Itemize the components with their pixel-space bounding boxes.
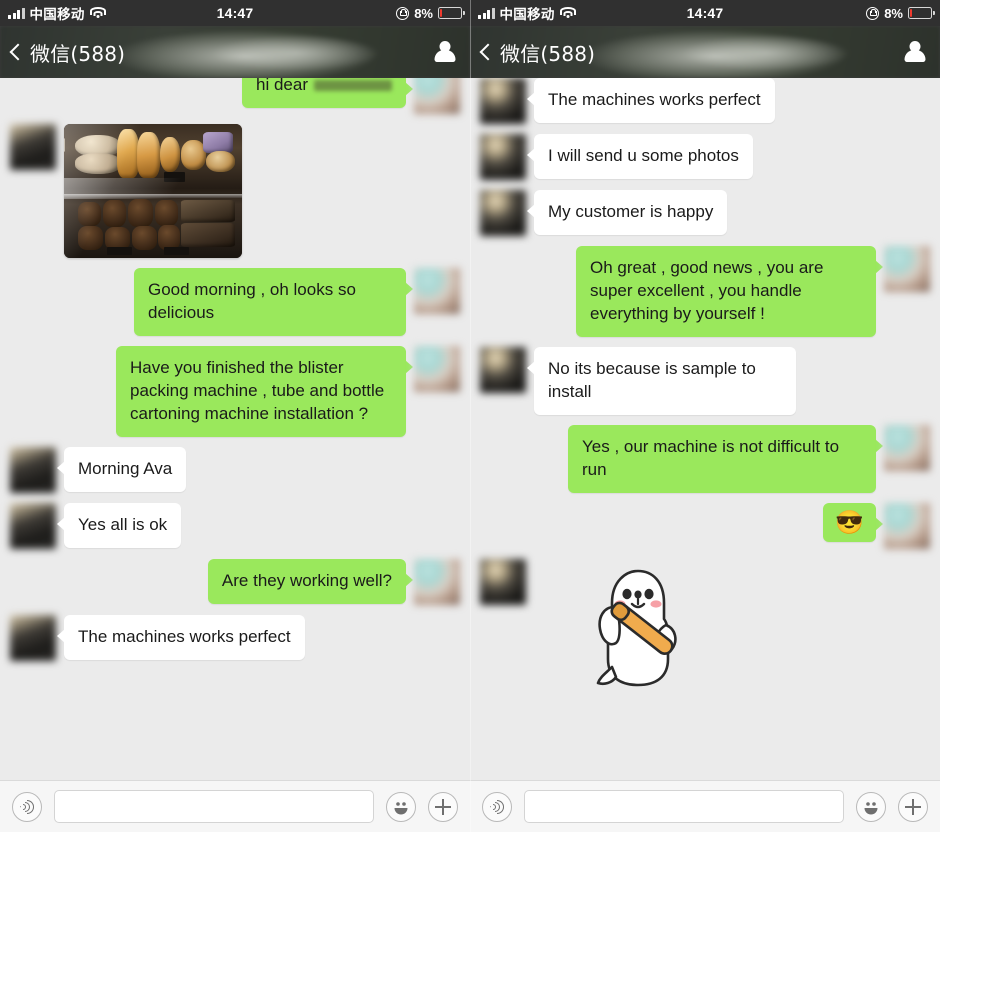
avatar[interactable] (10, 502, 56, 549)
message-row: Yes , our machine is not difficult to ru… (480, 424, 930, 493)
avatar[interactable] (480, 558, 526, 605)
message-bubble-incoming[interactable]: The machines works perfect (527, 78, 775, 123)
nav-bar-left: 微信(588) (0, 26, 470, 78)
battery-low-icon (438, 7, 465, 19)
smiley-face-icon[interactable] (856, 791, 886, 822)
avatar[interactable] (414, 78, 460, 114)
redacted-name (314, 80, 392, 92)
nav-bar-right: 微信(588) (470, 26, 940, 78)
voice-input-icon[interactable] (482, 791, 512, 822)
message-list-left[interactable]: hi dear Good morning , oh looks so delic… (0, 78, 470, 780)
status-right-group: 8% (866, 5, 935, 21)
status-bar-left: 中国移动 14:47 8% (0, 0, 470, 26)
message-bubble-incoming[interactable]: The machines works perfect (57, 614, 305, 660)
message-row: Yes all is ok (10, 502, 460, 549)
chat-screenshot-left: 中国移动 14:47 8% 微信(588) hi dear Good morni… (0, 0, 470, 832)
message-bubble-incoming[interactable]: Yes all is ok (56, 502, 182, 548)
message-row: 😎 (480, 502, 930, 549)
message-bubble-incoming[interactable]: I will send u some photos (527, 134, 753, 179)
back-button[interactable]: 微信(588) (479, 38, 596, 67)
avatar[interactable] (884, 502, 930, 549)
message-row: My customer is happy (480, 190, 930, 236)
smiley-face-icon[interactable] (386, 791, 416, 822)
message-row: Morning Ava (10, 446, 460, 493)
avatar[interactable] (10, 124, 56, 170)
sticker-message[interactable] (582, 563, 690, 696)
message-bubble-outgoing[interactable]: hi dear (242, 78, 413, 108)
photo-message[interactable] (64, 124, 242, 258)
message-row: hi dear (10, 78, 460, 114)
message-bubble-outgoing[interactable]: Are they working well? (207, 558, 414, 604)
plus-icon[interactable] (898, 791, 928, 822)
avatar[interactable] (414, 268, 460, 314)
message-row: Have you finished the blister packing ma… (10, 345, 460, 437)
message-row (480, 558, 930, 702)
message-bubble-outgoing[interactable]: Oh great , good news , you are super exc… (576, 246, 883, 337)
message-bubble-incoming[interactable]: My customer is happy (526, 190, 728, 235)
status-bar-right: 中国移动 14:47 8% (470, 0, 940, 26)
chat-screenshot-right: 中国移动 14:47 8% 微信(588) The machines works… (470, 0, 940, 832)
nav-title: 微信(588) (500, 41, 596, 66)
message-bubble-outgoing[interactable]: Have you finished the blister packing ma… (116, 345, 413, 437)
avatar[interactable] (480, 190, 526, 236)
message-bubble-incoming[interactable]: No its because is sample to install (527, 346, 796, 415)
avatar[interactable] (480, 134, 526, 180)
person-icon[interactable] (902, 39, 928, 65)
panel-divider (470, 0, 471, 832)
message-row: The machines works perfect (10, 614, 460, 661)
chevron-left-icon (9, 43, 27, 61)
screenshot-root: 中国移动 14:47 8% 微信(588) hi dear Good morni… (0, 0, 1000, 1000)
avatar[interactable] (414, 558, 460, 605)
message-bubble-outgoing[interactable]: Good morning , oh looks so delicious (134, 268, 413, 336)
message-row: No its because is sample to install (480, 346, 930, 415)
message-row: I will send u some photos (480, 134, 930, 180)
avatar[interactable] (10, 614, 56, 661)
message-bubble-incoming[interactable]: Morning Ava (56, 446, 187, 492)
chevron-left-icon (479, 43, 497, 61)
avatar[interactable] (884, 424, 930, 471)
message-row: Oh great , good news , you are super exc… (480, 246, 930, 337)
avatar[interactable] (480, 78, 526, 124)
avatar[interactable] (884, 246, 930, 292)
message-text: hi dear (256, 78, 308, 94)
input-bar-left (0, 780, 470, 832)
message-row: The machines works perfect (480, 78, 930, 124)
white-rabbit-with-baseball-bat-sticker (596, 569, 677, 686)
message-bubble-outgoing-emoji[interactable]: 😎 (823, 502, 883, 543)
avatar[interactable] (480, 346, 526, 393)
message-input-field[interactable] (524, 790, 844, 823)
battery-percent-label: 8% (414, 5, 433, 21)
bakery-photo (64, 124, 242, 258)
nav-title: 微信(588) (30, 41, 126, 66)
message-row: Are they working well? (10, 558, 460, 605)
avatar[interactable] (414, 345, 460, 392)
message-bubble-outgoing[interactable]: Yes , our machine is not difficult to ru… (568, 424, 883, 493)
message-input-field[interactable] (54, 790, 374, 823)
plus-icon[interactable] (428, 791, 458, 822)
rotation-lock-icon (866, 6, 880, 20)
back-button[interactable]: 微信(588) (9, 38, 126, 67)
battery-low-icon (908, 7, 935, 19)
battery-percent-label: 8% (884, 5, 903, 21)
avatar[interactable] (10, 446, 56, 493)
message-row: Good morning , oh looks so delicious (10, 268, 460, 336)
rotation-lock-icon (396, 6, 410, 20)
person-icon[interactable] (432, 39, 458, 65)
voice-input-icon[interactable] (12, 791, 42, 822)
input-bar-right (470, 780, 940, 832)
message-list-right[interactable]: The machines works perfect I will send u… (470, 78, 940, 780)
status-right-group: 8% (396, 5, 465, 21)
message-row (10, 124, 460, 258)
